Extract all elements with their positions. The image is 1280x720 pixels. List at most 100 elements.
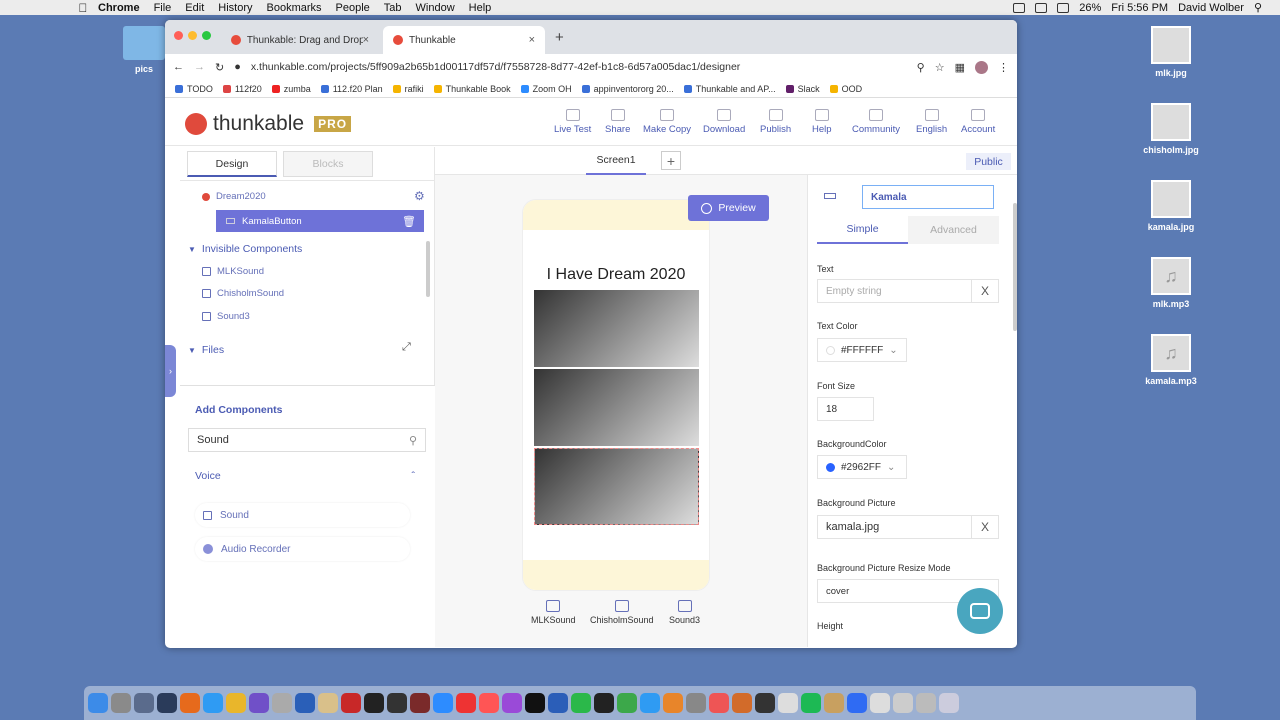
menu-window[interactable]: Window bbox=[416, 2, 455, 14]
app-icon[interactable] bbox=[341, 693, 361, 713]
preview-button[interactable]: Preview bbox=[688, 195, 769, 221]
bookmark-zumba[interactable]: zumba bbox=[271, 84, 311, 94]
app-icon[interactable] bbox=[456, 693, 476, 713]
menu-people[interactable]: People bbox=[336, 2, 370, 14]
background-color-picker[interactable]: #2962FF ⌄ bbox=[817, 455, 907, 479]
gear-icon[interactable]: ⚙ bbox=[414, 189, 425, 203]
close-tab-icon[interactable]: × bbox=[363, 34, 369, 46]
background-picture-input[interactable]: kamala.jpg bbox=[817, 515, 972, 539]
nav-community[interactable]: Community bbox=[852, 109, 900, 135]
bookmark-rafiki[interactable]: rafiki bbox=[392, 84, 424, 94]
tree-item-sound3[interactable]: Sound3 bbox=[202, 311, 250, 322]
expand-icon[interactable]: ⤢ bbox=[402, 341, 411, 354]
app-icon[interactable] bbox=[640, 693, 660, 713]
dropbox-icon[interactable] bbox=[1013, 2, 1026, 13]
nav-help[interactable]: Help bbox=[812, 109, 832, 135]
app-icon[interactable] bbox=[732, 693, 752, 713]
nav-live-test[interactable]: Live Test bbox=[554, 109, 591, 135]
app-icon[interactable] bbox=[249, 693, 269, 713]
bookmark-thunkable-ap[interactable]: Thunkable and AP... bbox=[683, 84, 776, 94]
files-header[interactable]: ▼ Files bbox=[188, 344, 224, 356]
music-icon[interactable] bbox=[479, 693, 499, 713]
maximize-window-icon[interactable] bbox=[202, 31, 211, 40]
books-icon[interactable] bbox=[663, 693, 683, 713]
app-icon[interactable] bbox=[318, 693, 338, 713]
menu-history[interactable]: History bbox=[218, 2, 252, 14]
system-preferences-icon[interactable] bbox=[686, 693, 706, 713]
component-search-input[interactable]: Sound ⚲ bbox=[188, 428, 426, 452]
user-name[interactable]: David Wolber bbox=[1178, 2, 1244, 14]
menu-tab[interactable]: Tab bbox=[384, 2, 402, 14]
kamala-button-image[interactable] bbox=[534, 448, 699, 525]
search-icon[interactable]: ⚲ bbox=[1254, 1, 1262, 14]
add-screen-button[interactable]: + bbox=[661, 151, 681, 170]
tab-design[interactable]: Design bbox=[187, 151, 277, 177]
finder-icon[interactable] bbox=[88, 693, 108, 713]
desktop-file-mlk-mp3[interactable]: ♫ mlk.mp3 bbox=[1136, 257, 1206, 309]
bookmark-todo[interactable]: TODO bbox=[175, 84, 213, 94]
app-store-icon[interactable] bbox=[203, 693, 223, 713]
menu-help[interactable]: Help bbox=[469, 2, 492, 14]
invisible-sound3[interactable]: Sound3 bbox=[669, 600, 700, 625]
desktop-file-kamala-jpg[interactable]: kamala.jpg bbox=[1136, 180, 1206, 232]
category-voice[interactable]: Voice ˆ bbox=[195, 470, 415, 482]
chisholm-button-image[interactable] bbox=[534, 369, 699, 446]
trash-icon[interactable] bbox=[939, 693, 959, 713]
zoom-icon[interactable]: ⚲ bbox=[917, 61, 925, 74]
clock[interactable]: Fri 5:56 PM bbox=[1111, 2, 1168, 14]
reload-icon[interactable]: ↻ bbox=[215, 61, 224, 74]
bookmark-ood[interactable]: OOD bbox=[829, 84, 862, 94]
tree-item-kamalabutton[interactable]: KamalaButton 🗑 bbox=[216, 210, 424, 232]
component-name-input[interactable]: Kamala bbox=[862, 185, 994, 209]
desktop-file-kamala-mp3[interactable]: ♫ kamala.mp3 bbox=[1136, 334, 1206, 386]
close-window-icon[interactable] bbox=[174, 31, 183, 40]
spotify-icon[interactable] bbox=[801, 693, 821, 713]
mlk-button-image[interactable] bbox=[534, 290, 699, 367]
menu-bookmarks[interactable]: Bookmarks bbox=[267, 2, 322, 14]
battery-percent[interactable]: 26% bbox=[1079, 2, 1101, 14]
tab-advanced[interactable]: Advanced bbox=[908, 216, 999, 244]
bookmark-slack[interactable]: Slack bbox=[785, 84, 820, 94]
font-size-input[interactable]: 18 bbox=[817, 397, 874, 421]
menu-edit[interactable]: Edit bbox=[185, 2, 204, 14]
intellij-icon[interactable] bbox=[594, 693, 614, 713]
thunkable-logo[interactable]: thunkable PRO bbox=[185, 112, 352, 136]
invisible-mlksound[interactable]: MLKSound bbox=[531, 600, 576, 625]
scrollbar[interactable] bbox=[426, 241, 430, 297]
bookmark-star-icon[interactable]: ☆ bbox=[935, 61, 945, 74]
profile-avatar[interactable] bbox=[975, 60, 988, 74]
quicktime-icon[interactable] bbox=[157, 693, 177, 713]
tree-item-chisholmsound[interactable]: ChisholmSound bbox=[202, 288, 284, 299]
nav-account[interactable]: Account bbox=[961, 109, 995, 135]
side-panel-toggle[interactable]: › bbox=[165, 345, 176, 397]
clear-picture-button[interactable]: X bbox=[971, 515, 999, 539]
terminal-icon[interactable] bbox=[364, 693, 384, 713]
word-icon[interactable] bbox=[548, 693, 568, 713]
properties-scrollbar[interactable] bbox=[1013, 203, 1017, 331]
tv-icon[interactable] bbox=[525, 693, 545, 713]
nav-make-copy[interactable]: Make Copy bbox=[643, 109, 691, 135]
tree-item-dream2020[interactable]: Dream2020 bbox=[202, 191, 266, 202]
text-color-picker[interactable]: #FFFFFF ⌄ bbox=[817, 338, 907, 362]
app-icon[interactable] bbox=[410, 693, 430, 713]
kindle-icon[interactable] bbox=[755, 693, 775, 713]
app-icon[interactable] bbox=[295, 693, 315, 713]
folder-icon[interactable] bbox=[870, 693, 890, 713]
app-title-label[interactable]: I Have Dream 2020 bbox=[523, 266, 709, 284]
lock-icon[interactable]: ● bbox=[234, 61, 241, 73]
bookmark-112f20[interactable]: 112f20 bbox=[222, 84, 262, 94]
dropbox-icon[interactable] bbox=[847, 693, 867, 713]
trash-icon[interactable]: 🗑 bbox=[402, 215, 416, 228]
extensions-icon[interactable]: ▦ bbox=[955, 61, 965, 74]
apple-icon[interactable]:  bbox=[68, 1, 98, 15]
folder-icon[interactable] bbox=[916, 693, 936, 713]
browser-menu-icon[interactable]: ⋮ bbox=[998, 61, 1009, 74]
invisible-components-header[interactable]: ▼ Invisible Components bbox=[188, 243, 302, 255]
screen-selector[interactable]: Screen1 bbox=[586, 147, 646, 175]
close-tab-icon[interactable]: × bbox=[529, 34, 535, 46]
app-icon[interactable] bbox=[387, 693, 407, 713]
clear-text-button[interactable]: X bbox=[971, 279, 999, 303]
bookmark-thunkable-book[interactable]: Thunkable Book bbox=[433, 84, 511, 94]
tree-item-mlksound[interactable]: MLKSound bbox=[202, 266, 264, 277]
desktop-file-mlk-jpg[interactable]: mlk.jpg bbox=[1136, 26, 1206, 78]
